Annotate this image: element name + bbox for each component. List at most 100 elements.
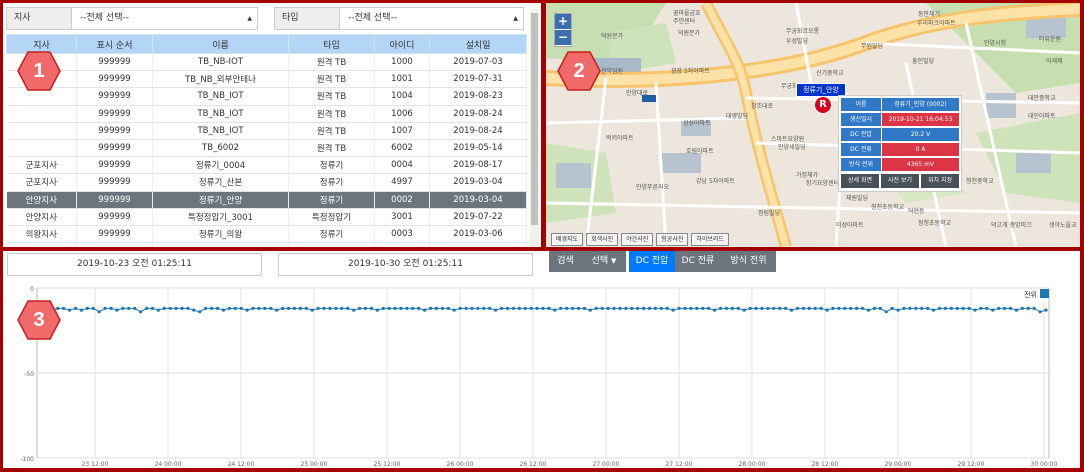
section-badge-1: 1 [17,51,61,91]
table-cell-type: 정류기 [288,173,375,192]
branch-filter-select[interactable]: --전체 선택-- [80,8,243,29]
data-point [215,306,220,310]
data-point [837,306,841,310]
map-place-label: 무궁화코오롱 [786,28,820,35]
data-point [482,306,486,310]
data-point [724,306,729,310]
map-place-label: 신기중학교 [816,69,844,77]
table-row[interactable]: 군포지사 999999 정류기_0004 정류기 0004 2019-08-17 [6,156,527,175]
branch-filter[interactable]: 지사 --전체 선택-- ▲ [6,7,258,30]
data-point [186,306,190,310]
search-button[interactable]: 검색 [549,251,582,272]
table-cell-id: 0004 [374,156,430,175]
map-place-label: 장기요양센터 [806,179,839,187]
map-panel[interactable]: 동안채기 우리파크아파트 꿈마을금호 주민센터 안양시청 타유운원 덕원분가 덕원분가 무궁화코… [546,3,1080,247]
select-dropdown-label: 선택 [591,256,609,266]
data-point [772,306,776,310]
table-row[interactable]: 안양지사 999999 특정정압기_3001 특정정압기 3001 2019-07-22 [6,208,527,226]
data-point [1026,306,1030,310]
table-cell-type: 정류기 [288,191,375,209]
table-row[interactable] [6,242,527,247]
data-point [636,306,640,310]
map-layer-button[interactable]: 회색사진 [586,233,619,246]
table-cell-branch [6,122,77,140]
data-point [452,308,456,312]
map-canvas[interactable]: 동안채기우리파크아파트 꿈마을금호주민센터안양시청 타유운원 덕원분가 덕원분가 무궁화코… [546,3,1080,247]
table-row[interactable]: 999999 TB_NB_IOT 원격 TB 1007 2019-08-24 [6,122,527,140]
table-row[interactable]: 의왕지사 999999 정류기_의왕 정류기 0003 2019-03-06 [6,225,527,244]
table-row[interactable]: 999999 TB_6002 원격 TB 6002 2019-05-14 [6,139,527,158]
scrollbar-thumb[interactable] [531,13,538,225]
photo-view-button[interactable]: 사진 보기 [881,174,919,188]
data-point [458,306,462,310]
x-tick-label: 29 12:00 [957,461,984,468]
table-cell-type: 원격 TB [288,105,375,123]
data-point [204,306,208,310]
data-point [730,306,734,310]
data-point [340,306,344,310]
zoom-out-button[interactable]: − [555,30,571,46]
map-layer-button[interactable]: 배경지도 [551,233,584,246]
data-point [754,306,758,310]
set-location-button[interactable]: 위치 지정 [921,174,959,188]
map-zoom-control[interactable]: + − [554,13,572,47]
select-dropdown-button[interactable]: 선택 ▼ [582,251,626,272]
type-filter-select[interactable]: --전체 선택-- [348,8,509,29]
data-point [931,308,936,312]
table-cell-id: 1000 [374,53,430,72]
table-row[interactable]: 999999 TB_NB_외부안테나 원격 TB 1001 2019-07-31 [6,70,527,89]
map-layer-button[interactable]: 야간사진 [621,233,654,246]
map-place-label: 덕고개 충앙피크 [991,221,1032,229]
data-point [908,306,912,310]
table-cell-branch: 안양지사 [6,191,77,209]
x-tick-label: 28 12:00 [811,461,838,468]
table-row[interactable]: 군포지사 999999 정류기_산본 정류기 4997 2019-03-04 [6,173,527,192]
map-place-label: 정청초등학교 [918,219,952,227]
zoom-in-button[interactable]: + [555,14,571,30]
data-point [979,306,983,310]
device-info-popup: 이름 정류기_안양 (0002) 생신일시 2019-10-21 16:04:53 … [838,95,962,192]
table-row[interactable]: 999999 TB_NB_IOT 원격 TB 1004 2019-08-23 [6,87,527,106]
potential-button[interactable]: 방식 전위 [721,251,776,272]
dc-voltage-button[interactable]: DC 전압 [629,251,675,272]
data-point [843,306,847,310]
table-cell-type: 원격 TB [288,122,375,140]
data-point [476,306,480,310]
map-place-label: 창조대로 [751,102,774,110]
date-from-input[interactable]: 2019-10-23 오전 01:25:11 [7,253,262,276]
column-header[interactable]: 아이디 [374,34,430,54]
column-header[interactable]: 설치일 [429,34,527,54]
data-point [440,306,444,310]
table-cell-date: 2019-05-14 [429,139,527,158]
table-row[interactable]: 999999 TB_NB_IOT 원격 TB 1006 2019-08-24 [6,105,527,123]
table-cell-branch: 의왕지사 [6,225,77,244]
map-layer-button[interactable]: 항공사진 [656,233,689,246]
table-row[interactable]: 안양지사 999999 정류기_안양 정류기 0002 2019-03-04 [6,191,527,209]
table-cell-order: 999999 [76,191,153,209]
data-point [949,306,953,310]
map-place-label: 호림아파트 [686,147,714,155]
data-point [896,308,900,312]
map-place-label: 관악임원 [601,67,623,75]
data-point [624,306,628,310]
legend-swatch [1040,289,1049,298]
detail-view-button[interactable]: 상세 화면 [841,174,879,188]
table-row[interactable]: 999999 TB_NB-IOT 원격 TB 1000 2019-07-03 [6,53,527,72]
x-tick-label: 25 00:00 [301,461,328,468]
column-header[interactable]: 이름 [152,34,289,54]
rectifier-marker-icon[interactable]: R [814,96,832,114]
column-header[interactable]: 표시 순서 [76,34,153,54]
table-cell-date: 2019-08-24 [429,122,527,140]
data-point [588,308,592,312]
map-layer-button[interactable]: 하이브리드 [691,233,729,246]
dc-current-button[interactable]: DC 전류 [675,251,721,272]
map-place-label: 덕원분가 [678,29,701,37]
column-header[interactable]: 타입 [288,34,375,54]
type-filter[interactable]: 타입 --전체 선택-- ▲ [274,7,524,30]
map-place-label: 타유운원 [1039,35,1061,43]
data-point [736,306,740,310]
data-point [73,306,78,310]
table-scrollbar[interactable] [530,9,539,247]
data-point [263,306,267,310]
date-to-input[interactable]: 2019-10-30 오전 01:25:11 [278,253,533,276]
